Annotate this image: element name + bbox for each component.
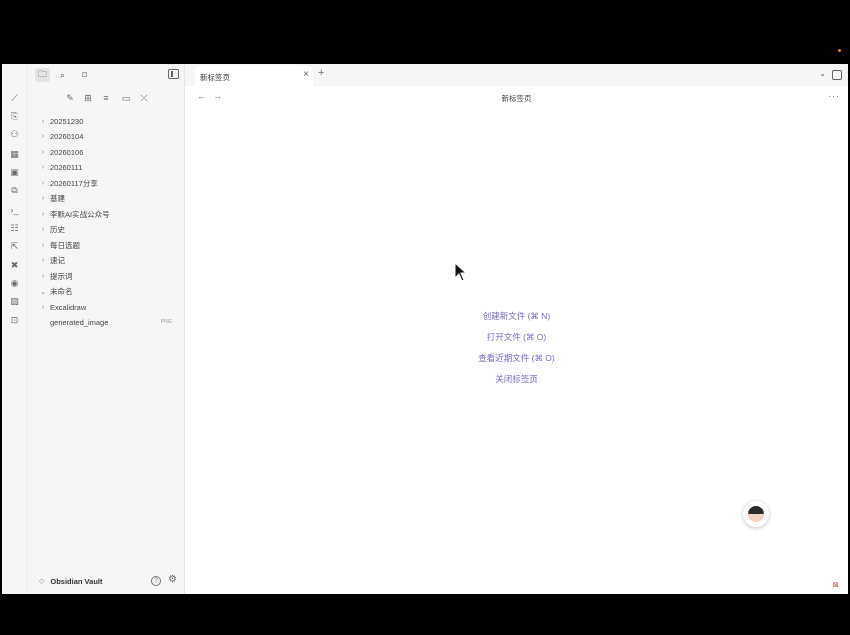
file-explorer-sidebar: 🗀 ⌕ ⌑ ✎ ⊞ ≡ ▭ ⤫ › 20251230 › 20260104 › 20260… (28, 64, 185, 594)
chevron-right-icon: › (41, 226, 45, 233)
folder-item[interactable]: › 速记 (28, 254, 185, 268)
search-icon[interactable]: ⌕ (55, 68, 70, 82)
chevron-right-icon: › (41, 164, 45, 171)
folder-item[interactable]: › 每日选题 (28, 238, 185, 252)
view-title: 新标签页 (501, 94, 532, 103)
bottom-letterbox (0, 594, 850, 635)
calendar-icon[interactable]: ▣ (8, 166, 21, 179)
tools-icon[interactable]: ✖ (8, 259, 21, 272)
view-header: ← → 新标签页 ··· (185, 86, 848, 108)
vault-chevron-icon: ◇ (39, 578, 45, 585)
tree-item-label: 提示词 (50, 271, 73, 281)
file-item[interactable]: generated_image PNG (28, 316, 185, 330)
new-folder-icon[interactable]: ⊞ (82, 92, 94, 104)
command-palette-icon[interactable]: ›_ (8, 204, 21, 217)
templates-icon[interactable]: ⧉ (8, 184, 21, 197)
tree-item-label: 李默AI实战公众号 (50, 209, 110, 219)
tree-item-label: 基建 (50, 194, 65, 203)
chevron-right-icon: › (41, 303, 45, 311)
top-letterbox (0, 0, 850, 64)
folder-icon[interactable]: 🗀 (35, 68, 50, 82)
avatar-face-icon (748, 506, 764, 522)
kanban-icon[interactable]: ☷ (8, 222, 21, 235)
gear-icon[interactable]: ⚙ (168, 575, 177, 585)
mouse-cursor-icon (454, 262, 468, 282)
folder-item[interactable]: › 20260111 (28, 161, 185, 175)
chevron-right-icon: › (41, 272, 45, 280)
close-icon[interactable]: × (303, 70, 309, 80)
sync-status-icon[interactable]: ⊠ (833, 582, 842, 591)
new-tab-icon[interactable]: + (318, 68, 324, 79)
publish-icon[interactable]: ⇱ (8, 240, 21, 253)
collapse-all-icon[interactable]: ⤫ (138, 92, 150, 104)
sidebar-toggle-icon[interactable] (168, 69, 179, 79)
switch-note-icon[interactable]: ⎘ (8, 110, 21, 123)
help-icon[interactable]: ? (151, 576, 161, 586)
more-options-icon[interactable]: ··· (828, 91, 840, 101)
main-workspace: 新标签页 × + ⌄ ← → 新标签页 ··· 创建新文件 (⌘ N) 打开文件… (185, 64, 848, 594)
tree-item-label: 20260111 (50, 163, 83, 172)
magic-wand-icon[interactable]: ⟋ (8, 92, 21, 105)
folder-item[interactable]: › 基建 (28, 192, 185, 206)
folder-item[interactable]: › 20260106 (28, 145, 185, 159)
folder-item[interactable]: › 提示词 (28, 269, 185, 283)
chevron-right-icon: › (41, 133, 45, 140)
obsidian-window: ⟋ ⎘ ⚇ ▦ ▣ ⧉ ›_ ☷ ⇱ ✖ ◉ ▨ ⊡ 🗀 ⌕ ⌑ ✎ ⊞ ≡ ▭… (2, 64, 848, 594)
ribbon: ⟋ ⎘ ⚇ ▦ ▣ ⧉ ›_ ☷ ⇱ ✖ ◉ ▨ ⊡ (2, 64, 28, 594)
tree-item-label: 每日选题 (50, 240, 80, 250)
tree-item-label: 未命名 (50, 287, 73, 296)
folder-item[interactable]: › 20260104 (28, 130, 185, 144)
chevron-down-icon[interactable]: ⌄ (819, 69, 826, 78)
tree-item-label: 20260104 (50, 132, 84, 141)
eye-icon[interactable]: ◉ (8, 277, 21, 290)
graph-view-icon[interactable]: ⚇ (8, 128, 21, 141)
close-tab-link[interactable]: 关闭标签页 (185, 373, 848, 385)
folder-item[interactable]: › 历史 (28, 223, 185, 237)
folder-item[interactable]: › 20251230 (28, 114, 185, 128)
tab-bar: 新标签页 × + ⌄ (185, 64, 848, 86)
chevron-right-icon: › (41, 241, 45, 249)
sidebar-tab-header: 🗀 ⌕ ⌑ (28, 64, 185, 86)
folder-item[interactable]: › 李默AI实战公众号 (28, 207, 185, 221)
vault-switcher[interactable]: ◇ Obsidian Vault ? ⚙ (28, 572, 185, 590)
assistant-avatar[interactable] (743, 501, 769, 527)
tree-item-label: 速记 (50, 256, 65, 265)
canvas-icon[interactable]: ▦ (8, 148, 21, 161)
create-new-file-link[interactable]: 创建新文件 (⌘ N) (185, 310, 848, 322)
vault-name: Obsidian Vault (50, 576, 103, 586)
tree-item-label: 历史 (50, 225, 65, 234)
open-file-link[interactable]: 打开文件 (⌘ O) (185, 331, 848, 343)
new-note-icon[interactable]: ✎ (64, 92, 76, 104)
chevron-down-icon: ⌄ (40, 288, 46, 296)
chevron-right-icon: › (41, 117, 45, 125)
chevron-right-icon: › (41, 195, 45, 202)
right-sidebar-toggle-icon[interactable] (832, 70, 842, 80)
tab-title: 新标签页 (200, 73, 230, 82)
chevron-right-icon: › (41, 179, 45, 187)
tree-item-label: generated_image (50, 318, 109, 327)
recent-files-link[interactable]: 查看近期文件 (⌘ O) (185, 352, 848, 364)
chevron-right-icon: › (41, 210, 45, 218)
bookmark-icon[interactable]: ⌑ (77, 68, 92, 82)
folder-item[interactable]: ⌄ 未命名 (28, 285, 185, 299)
recording-indicator-dot (838, 49, 841, 52)
sort-icon[interactable]: ≡ (100, 92, 112, 104)
tab-new-tab[interactable]: 新标签页 × (195, 66, 313, 86)
chevron-right-icon: › (41, 148, 45, 156)
chevron-right-icon: › (41, 257, 45, 264)
bot-icon[interactable]: ⊡ (8, 314, 21, 327)
auto-reveal-icon[interactable]: ▭ (120, 92, 132, 104)
tree-item-label: 20260106 (50, 147, 84, 157)
file-extension-badge: PNG (160, 318, 172, 325)
image-icon[interactable]: ▨ (8, 295, 21, 308)
tree-item-label: Excalidraw (50, 302, 87, 312)
tree-item-label: 20251230 (50, 116, 84, 126)
tree-item-label: 20260117分享 (50, 178, 98, 188)
file-explorer-actions: ✎ ⊞ ≡ ▭ ⤫ (28, 92, 185, 106)
folder-item[interactable]: › 20260117分享 (28, 176, 185, 190)
folder-item[interactable]: › Excalidraw (28, 300, 185, 314)
